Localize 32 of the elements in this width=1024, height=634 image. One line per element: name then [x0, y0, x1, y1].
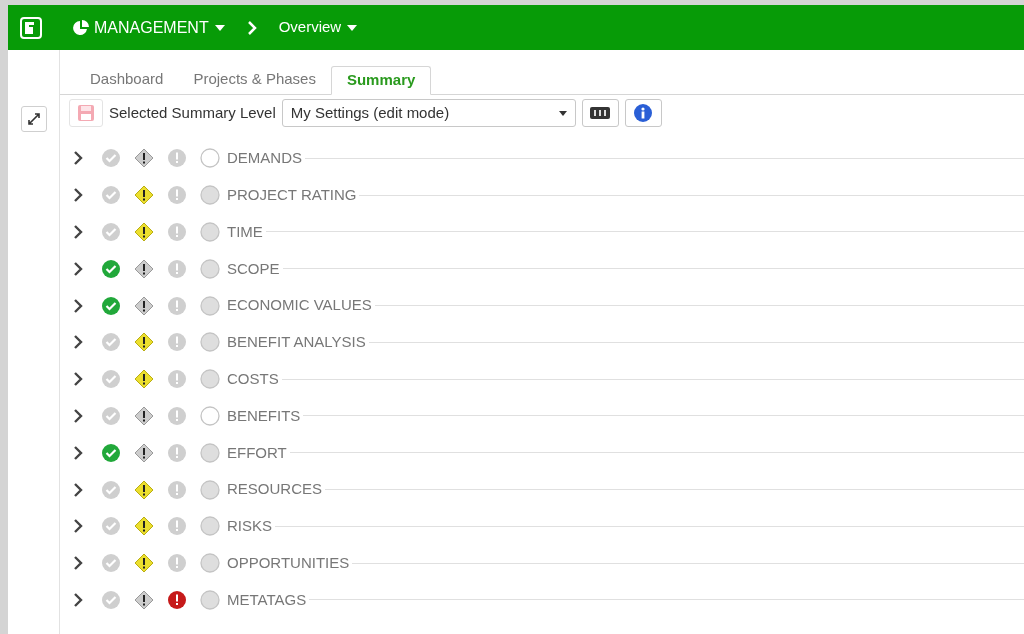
- section-title: OPPORTUNITIES: [227, 552, 350, 573]
- caret-icon: [214, 24, 225, 31]
- chevron-right-icon: [246, 20, 257, 35]
- section-title: BENEFIT ANALYSIS: [227, 332, 366, 353]
- section-title: BENEFITS: [227, 405, 301, 426]
- section-title: EFFORT: [227, 442, 287, 463]
- section-title: RESOURCES: [227, 479, 323, 500]
- tab[interactable]: Dashboard: [75, 65, 179, 94]
- caret-icon: [558, 110, 567, 116]
- section-title: METATAGS: [227, 589, 307, 610]
- tab[interactable]: Summary: [330, 66, 432, 95]
- columns-icon: [590, 107, 611, 119]
- page-menu[interactable]: Overview: [278, 16, 358, 39]
- module-menu[interactable]: MANAGEMENT: [72, 15, 225, 40]
- section-title: PROJECT RATING: [227, 184, 357, 205]
- info-button[interactable]: [624, 99, 662, 127]
- summary-level-select[interactable]: My Settings (edit mode): [281, 99, 576, 127]
- expand-icon: [27, 113, 40, 125]
- section-title: ECONOMIC VALUES: [227, 295, 372, 316]
- section-title: TIME: [227, 221, 263, 242]
- caret-icon: [347, 24, 358, 31]
- pie-chart-icon: [72, 18, 90, 37]
- section-title: COSTS: [227, 368, 279, 389]
- section-title: SCOPE: [227, 258, 280, 279]
- columns-button[interactable]: [581, 99, 619, 127]
- app-logo-icon[interactable]: [20, 16, 42, 39]
- info-icon: [634, 104, 653, 122]
- section-title: RISKS: [227, 516, 272, 537]
- summary-level-label: Selected Summary Level: [109, 102, 276, 123]
- section-title: DEMANDS: [227, 148, 302, 169]
- tab[interactable]: Projects & Phases: [178, 65, 331, 94]
- expand-button[interactable]: [20, 106, 47, 132]
